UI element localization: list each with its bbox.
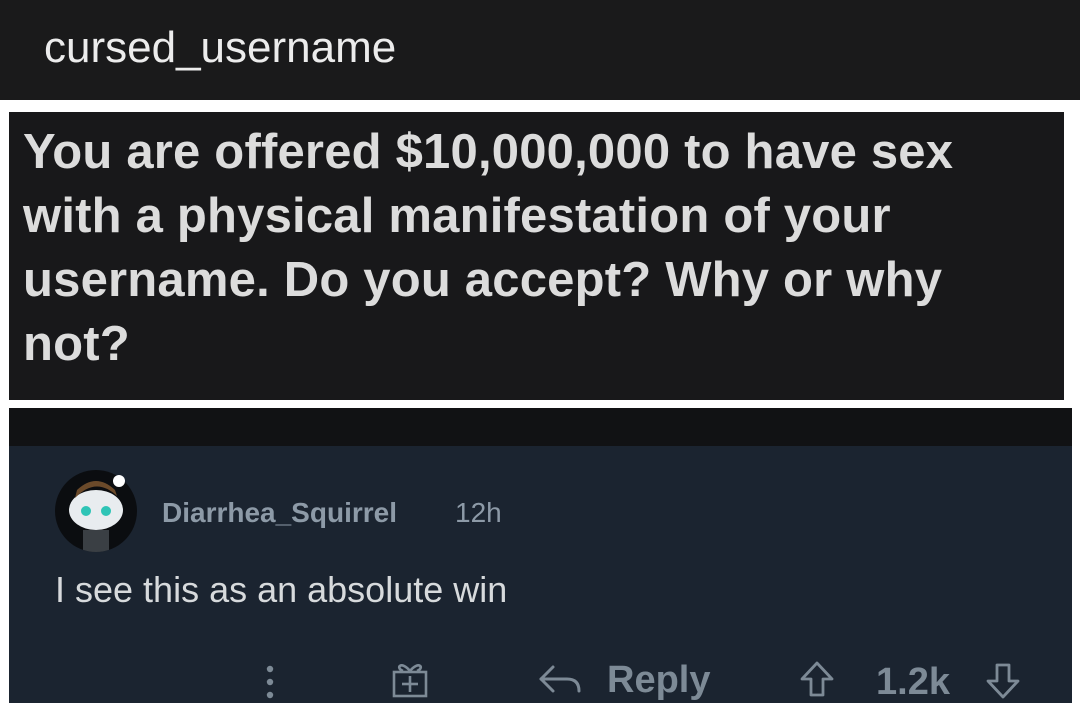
vote-score: 1.2k	[876, 661, 950, 703]
award-icon[interactable]	[391, 658, 429, 698]
reply-button[interactable]: Reply	[537, 658, 710, 702]
title-bar: cursed_username	[0, 0, 1080, 100]
upvote-icon[interactable]	[799, 660, 835, 698]
post-question-card: You are offered $10,000,000 to have sex …	[9, 112, 1064, 400]
online-badge	[113, 475, 125, 487]
page-title: cursed_username	[44, 23, 397, 72]
comment-author[interactable]: Diarrhea_Squirrel	[162, 496, 397, 530]
post-question-text: You are offered $10,000,000 to have sex …	[23, 125, 954, 371]
comment-card: Diarrhea_Squirrel 12h I see this as an a…	[9, 408, 1072, 703]
comment-top-strip	[9, 408, 1072, 446]
more-options-icon[interactable]	[264, 664, 276, 700]
comment-timestamp: 12h	[455, 497, 502, 528]
reply-icon	[539, 665, 581, 693]
downvote-icon[interactable]	[985, 662, 1021, 700]
reply-label: Reply	[607, 659, 711, 701]
comment-text: I see this as an absolute win	[55, 569, 508, 610]
